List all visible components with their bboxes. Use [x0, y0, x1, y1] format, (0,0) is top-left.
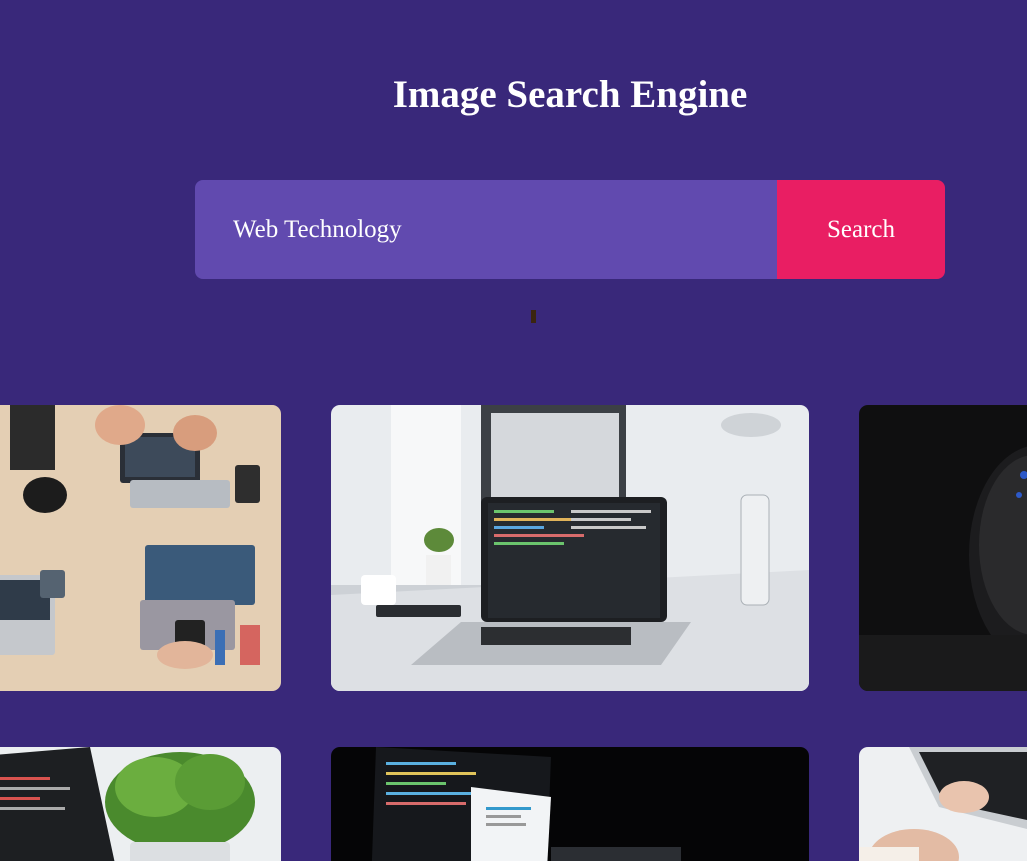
result-image[interactable]	[331, 747, 809, 861]
laptop-code-desk-photo	[331, 405, 809, 691]
monitor-code-dark-photo	[331, 747, 809, 861]
result-image[interactable]	[859, 747, 1027, 861]
search-form: Search	[195, 180, 945, 279]
dark-sphere-tech-photo	[859, 405, 1027, 691]
team-desk-laptops-photo	[0, 405, 281, 691]
hands-typing-keyboard-photo	[859, 747, 1027, 861]
result-image[interactable]	[0, 405, 281, 691]
laptop-code-plant-photo	[0, 747, 281, 861]
image-search-page: Image Search Engine Search	[0, 0, 1027, 861]
page-title: Image Search Engine	[392, 73, 748, 116]
search-input[interactable]	[195, 180, 777, 279]
result-image[interactable]	[0, 747, 281, 861]
loading-indicator	[531, 310, 536, 323]
result-image[interactable]	[859, 405, 1027, 691]
result-image[interactable]	[331, 405, 809, 691]
search-button[interactable]: Search	[777, 180, 945, 279]
